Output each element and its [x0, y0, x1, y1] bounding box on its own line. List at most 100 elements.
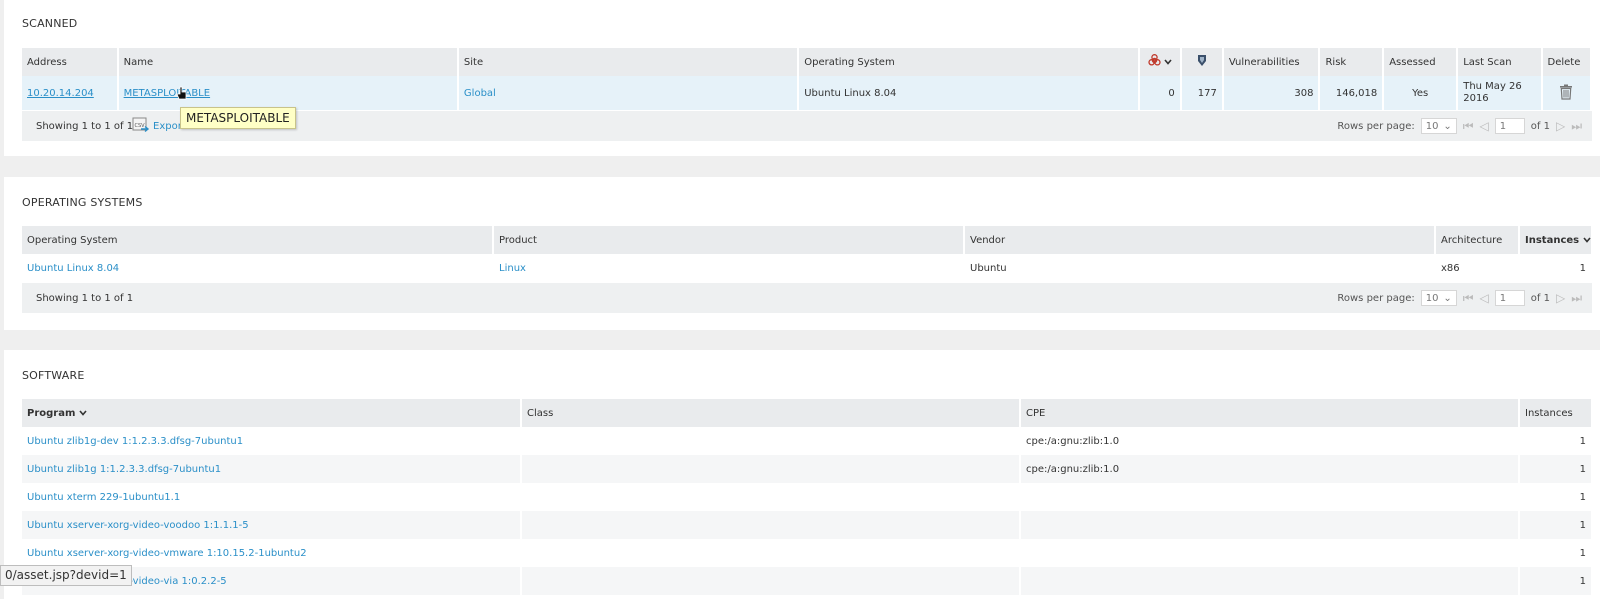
page-input[interactable]: [1494, 290, 1525, 306]
sort-desc-icon: [79, 408, 87, 419]
site-link[interactable]: Global: [464, 88, 496, 99]
col-class[interactable]: Class: [521, 399, 1021, 427]
table-row[interactable]: 10.20.14.204 METASPLOITABLE Global Ubunt…: [22, 76, 1593, 110]
exploit-count: 177: [1180, 76, 1224, 110]
col-name[interactable]: Name: [117, 48, 459, 76]
program-link[interactable]: Ubuntu zlib1g 1:1.2.3.3.dfsg-7ubuntu1: [27, 464, 221, 475]
table-row[interactable]: Ubuntu zlib1g 1:1.2.3.3.dfsg-7ubuntu1 cp…: [22, 455, 1593, 483]
col-operating-system[interactable]: Operating System: [798, 48, 1140, 76]
instances-value: 1: [1519, 254, 1593, 282]
first-page-icon[interactable]: ⏮: [1463, 291, 1474, 306]
svg-text:CSV: CSV: [135, 123, 146, 129]
trash-icon[interactable]: [1559, 84, 1573, 103]
asset-address-link[interactable]: 10.20.14.204: [27, 88, 94, 99]
col-site[interactable]: Site: [457, 48, 800, 76]
col-last-scan[interactable]: Last Scan: [1457, 48, 1543, 76]
operating-systems-table: Operating System Product Vendor Architec…: [22, 226, 1593, 282]
scanned-pager: Rows per page: 10⌄ ⏮ ◁ of 1 ▷ ⏭: [1337, 118, 1582, 134]
sort-desc-icon: [1582, 235, 1591, 246]
os-footer: Showing 1 to 1 of 1 Rows per page: 10 ⌄ ⏮…: [22, 283, 1592, 313]
malware-count: 0: [1138, 76, 1182, 110]
status-bar-url: 0/asset.jsp?devid=1: [0, 565, 132, 586]
table-row[interactable]: Ubuntu zlib1g-dev 1:1.2.3.3.dfsg-7ubuntu…: [22, 427, 1593, 455]
architecture-value: x86: [1435, 254, 1520, 282]
assessed-value: Yes: [1383, 76, 1459, 110]
os-showing: Showing 1 to 1 of 1: [36, 292, 134, 304]
first-page-icon[interactable]: ⏮: [1463, 119, 1474, 134]
col-vulnerabilities[interactable]: Vulnerabilities: [1222, 48, 1321, 76]
vulnerability-count: 308: [1222, 76, 1321, 110]
col-risk[interactable]: Risk: [1319, 48, 1385, 76]
os-header-row: Operating System Product Vendor Architec…: [22, 226, 1593, 254]
biohazard-icon: [1147, 54, 1161, 70]
table-row[interactable]: Ubuntu xserver-xorg-video-via 1:0.2.2-5 …: [22, 567, 1593, 595]
col-vendor[interactable]: Vendor: [964, 226, 1436, 254]
export-csv-icon: CSV: [132, 117, 150, 136]
software-header-row: Program Class CPE Instances: [22, 399, 1593, 427]
last-page-icon[interactable]: ⏭: [1571, 119, 1582, 134]
rows-per-page-select[interactable]: 10 ⌄: [1420, 290, 1457, 306]
page-total: of 1: [1530, 292, 1550, 304]
col-architecture[interactable]: Architecture: [1435, 226, 1520, 254]
chevron-down-icon: ⌄: [1443, 292, 1452, 304]
scanned-panel: SCANNED Address Name Site Operating Syst…: [4, 0, 1600, 156]
program-link[interactable]: Ubuntu xserver-xorg-video-vmware 1:10.15…: [27, 548, 307, 559]
export-label[interactable]: Expor: [153, 121, 182, 132]
prev-page-icon[interactable]: ◁: [1480, 291, 1489, 305]
cpe-value: [1020, 539, 1520, 567]
instances-value: 1: [1519, 567, 1593, 595]
table-row[interactable]: Ubuntu xserver-xorg-video-vmware 1:10.15…: [22, 539, 1593, 567]
scanned-showing: Showing 1 to 1 of 1: [36, 120, 134, 132]
operating-systems-panel: OPERATING SYSTEMS Operating System Produ…: [4, 177, 1600, 330]
class-value: [521, 567, 1021, 595]
operating-systems-title: OPERATING SYSTEMS: [22, 196, 143, 209]
page-input[interactable]: [1494, 118, 1525, 134]
name-tooltip: METASPLOITABLE: [180, 107, 296, 129]
col-program[interactable]: Program: [22, 399, 522, 427]
col-product[interactable]: Product: [493, 226, 965, 254]
col-instances[interactable]: Instances: [1519, 399, 1593, 427]
risk-score: 146,018: [1319, 76, 1385, 110]
col-cpe[interactable]: CPE: [1020, 399, 1520, 427]
col-delete: Delete: [1541, 48, 1593, 76]
col-address[interactable]: Address: [22, 48, 119, 76]
instances-value: 1: [1519, 455, 1593, 483]
scanned-title: SCANNED: [22, 17, 78, 30]
program-link[interactable]: Ubuntu xserver-xorg-video-voodoo 1:1.1.1…: [27, 520, 249, 531]
cpe-value: [1020, 567, 1520, 595]
col-exploits[interactable]: [1180, 48, 1224, 76]
software-title: SOFTWARE: [22, 369, 85, 382]
table-row[interactable]: Ubuntu xterm 229-1ubuntu1.1 1: [22, 483, 1593, 511]
rows-per-page-label: Rows per page:: [1337, 292, 1415, 304]
exploit-icon: [1196, 54, 1208, 70]
scanned-header-row: Address Name Site Operating System Vulne…: [22, 48, 1593, 76]
cursor-icon: [176, 86, 188, 103]
table-row[interactable]: Ubuntu Linux 8.04 Linux Ubuntu x86 1: [22, 254, 1593, 282]
asset-name-link[interactable]: METASPLOITABLE: [124, 88, 210, 99]
next-page-icon[interactable]: ▷: [1556, 291, 1565, 305]
rows-per-page-select[interactable]: 10 ⌄: [1420, 118, 1457, 134]
instances-value: 1: [1519, 539, 1593, 567]
col-malware[interactable]: [1138, 48, 1182, 76]
table-row[interactable]: Ubuntu xserver-xorg-video-voodoo 1:1.1.1…: [22, 511, 1593, 539]
product-link[interactable]: Linux: [499, 263, 526, 274]
cpe-value: [1020, 483, 1520, 511]
instances-value: 1: [1519, 427, 1593, 455]
scanned-table: Address Name Site Operating System Vulne…: [22, 48, 1593, 110]
vendor-value: Ubuntu: [964, 254, 1436, 282]
os-link[interactable]: Ubuntu Linux 8.04: [27, 263, 119, 274]
class-value: [521, 539, 1021, 567]
sort-desc-icon: [1164, 57, 1172, 68]
program-link[interactable]: Ubuntu xterm 229-1ubuntu1.1: [27, 492, 180, 503]
col-assessed[interactable]: Assessed: [1383, 48, 1459, 76]
software-panel: SOFTWARE Program Class CPE Instances Ubu…: [4, 350, 1600, 599]
class-value: [521, 455, 1021, 483]
prev-page-icon[interactable]: ◁: [1480, 119, 1489, 133]
last-page-icon[interactable]: ⏭: [1571, 291, 1582, 306]
col-operating-system[interactable]: Operating System: [22, 226, 494, 254]
col-instances[interactable]: Instances: [1519, 226, 1593, 254]
program-link[interactable]: Ubuntu zlib1g-dev 1:1.2.3.3.dfsg-7ubuntu…: [27, 436, 243, 447]
next-page-icon[interactable]: ▷: [1556, 119, 1565, 133]
last-scan-date: Thu May 26: [1463, 81, 1522, 92]
export-link[interactable]: CSV Expor: [132, 117, 182, 136]
